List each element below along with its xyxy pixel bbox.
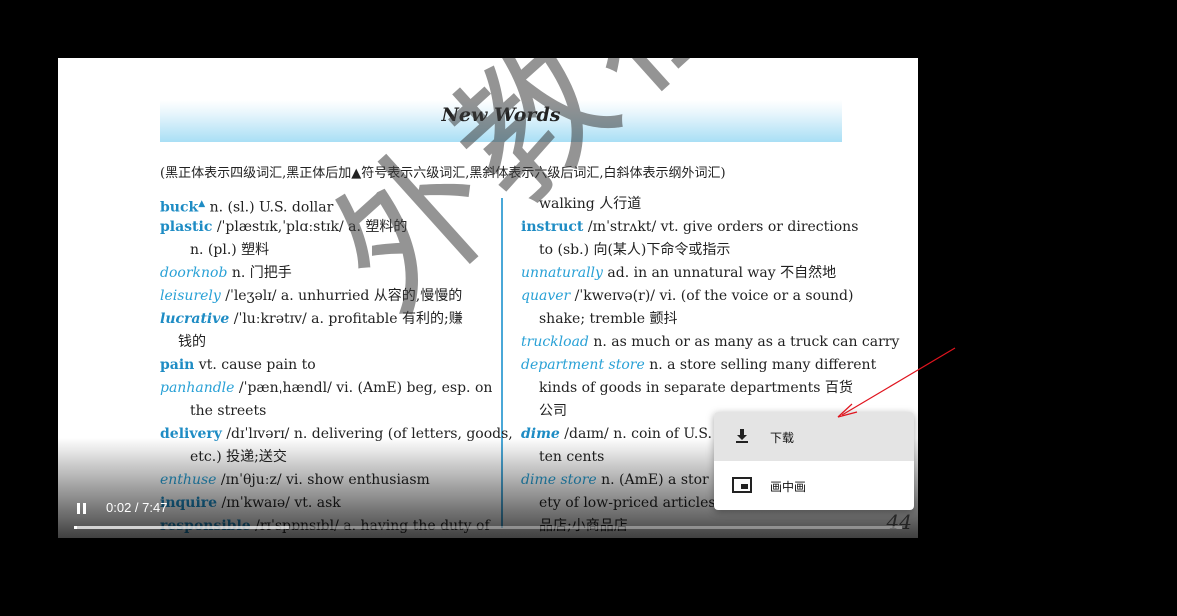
dictionary-line: pain vt. cause pain to [160,354,490,377]
overflow-menu: 下载 画中画 [714,412,914,510]
headword: doorknob [160,265,228,281]
time-display: 0:02 / 7:47 [106,500,168,515]
definition: n. 门把手 [227,265,292,281]
dictionary-line: 钱的 [160,331,490,354]
definition: vt. cause pain to [194,357,316,373]
headword: quaver [521,288,571,304]
headword: buck [160,199,199,216]
picture-in-picture-icon [732,477,752,493]
headword: unnaturally [521,265,603,281]
dictionary-line: the streets [160,400,490,423]
headword: plastic [160,219,213,235]
dictionary-line: truckload n. as much or as many as a tru… [521,331,899,354]
definition: kinds of goods in separate departments 百… [539,380,853,396]
dictionary-line: shake; tremble 颤抖 [521,308,846,331]
definition: the streets [190,403,267,419]
dictionary-line: quaver /ˈkweɪvə(r)/ vi. (of the voice or… [521,285,853,308]
definition: n. (pl.) 塑料 [190,242,270,258]
headword: truckload [521,334,589,350]
definition: to (sb.) 向(某人)下命令或指示 [539,242,731,258]
definition: 公司 [539,403,567,419]
headword: panhandle [160,380,235,396]
definition: /ˈkweɪvə(r)/ vi. (of the voice or a soun… [570,288,854,304]
menu-item-label: 画中画 [770,480,807,494]
dictionary-line: panhandle /ˈpænˌhændl/ vi. (AmE) beg, es… [160,377,493,400]
menu-item-download[interactable]: 下载 [714,412,914,461]
headword: lucrative [160,311,230,327]
buffered-bar [74,526,290,529]
definition: n. a store selling many different [644,357,877,373]
definition: /ˈpænˌhændl/ vi. (AmE) beg, esp. on [234,380,493,396]
dictionary-line: instruct /ɪnˈstrʌkt/ vt. give orders or … [521,216,858,239]
dictionary-line: kinds of goods in separate departments 百… [521,377,853,400]
download-icon [736,429,748,443]
menu-item-picture-in-picture[interactable]: 画中画 [714,461,914,510]
played-bar [74,526,78,529]
pause-button[interactable] [72,498,92,518]
headword: pain [160,357,195,373]
definition: ad. in an unnatural way 不自然地 [602,265,837,281]
dictionary-line: department store n. a store selling many… [521,354,876,377]
dictionary-line: to (sb.) 向(某人)下命令或指示 [521,239,846,262]
definition: /ɪnˈstrʌkt/ vt. give orders or direction… [583,219,859,235]
menu-item-label: 下载 [770,431,795,445]
progress-bar[interactable] [74,526,902,529]
definition: shake; tremble 颤抖 [539,311,678,327]
headword: department store [521,357,645,373]
definition: n. as much or as many as a truck can car… [588,334,900,350]
definition: 钱的 [178,334,206,350]
dictionary-line: unnaturally ad. in an unnatural way 不自然地 [521,262,846,285]
headword: leisurely [160,288,221,304]
